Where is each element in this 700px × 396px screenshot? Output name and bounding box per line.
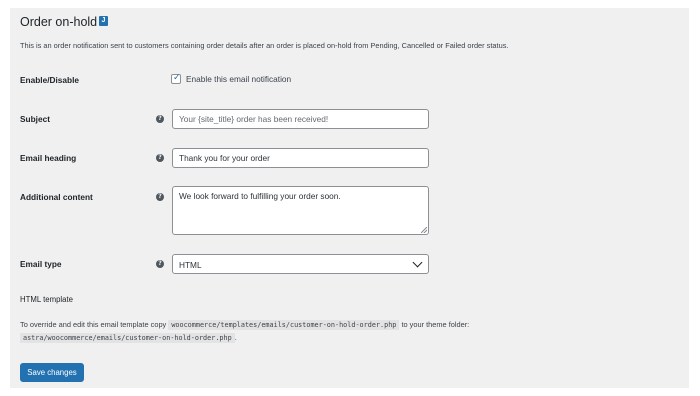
subject-help-icon[interactable]: ? (156, 115, 164, 123)
subject-input[interactable] (172, 109, 429, 129)
textarea-resize-handle[interactable] (421, 227, 427, 233)
enable-disable-label: Enable/Disable (20, 75, 80, 85)
template-text-end: . (234, 333, 237, 342)
additional-content-help-icon[interactable]: ? (156, 193, 164, 201)
enable-notification-checkbox-label[interactable]: Enable this email notification (186, 74, 291, 84)
template-instructions: To override and edit this email template… (20, 320, 470, 330)
chevron-down-icon (412, 257, 423, 268)
email-type-label: Email type (20, 259, 62, 269)
page-title: Order on-hold (20, 15, 98, 29)
email-heading-input[interactable] (172, 148, 429, 168)
email-heading-help-icon[interactable]: ? (156, 154, 164, 162)
settings-panel: Order on-hold J This is an order notific… (10, 8, 689, 388)
email-type-select[interactable]: HTML (172, 254, 429, 274)
title-badge: J (99, 16, 108, 26)
template-source-path: woocommerce/templates/emails/customer-on… (168, 320, 400, 330)
email-heading-label: Email heading (20, 153, 77, 163)
email-type-selected-value: HTML (179, 260, 202, 270)
enable-notification-checkbox[interactable]: ✓ (171, 72, 181, 84)
template-text-before: To override and edit this email template… (20, 320, 167, 329)
page-description: This is an order notification sent to cu… (20, 41, 509, 50)
template-text-after: to your theme folder: (401, 320, 470, 329)
save-changes-button[interactable]: Save changes (20, 363, 84, 382)
subject-label: Subject (20, 114, 50, 124)
checkmark-icon: ✓ (173, 72, 181, 82)
email-type-help-icon[interactable]: ? (156, 260, 164, 268)
template-target-line: astra/woocommerce/emails/customer-on-hol… (20, 333, 237, 343)
additional-content-textarea[interactable]: We look forward to fulfilling your order… (172, 186, 429, 235)
html-template-heading: HTML template (20, 295, 74, 304)
template-target-path: astra/woocommerce/emails/customer-on-hol… (20, 333, 235, 343)
additional-content-label: Additional content (20, 192, 93, 202)
